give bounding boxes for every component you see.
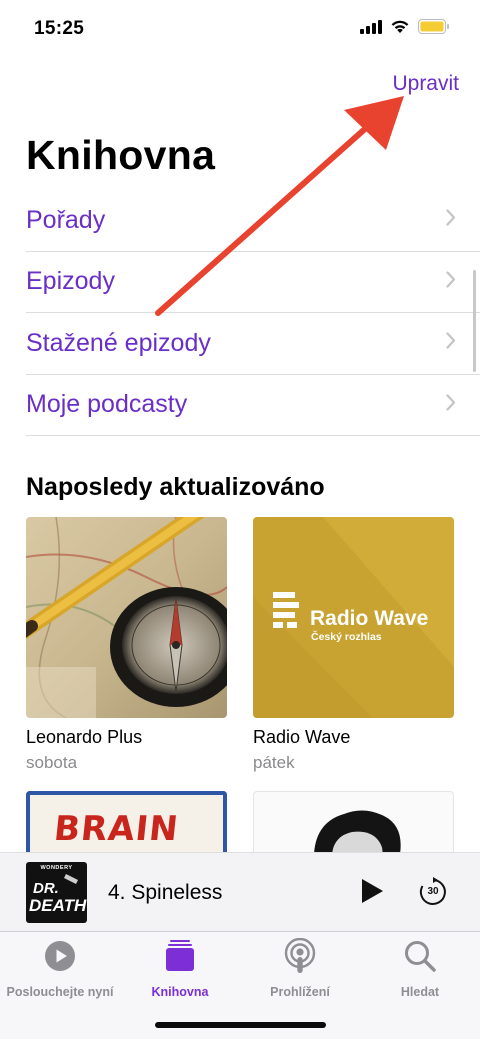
edit-button[interactable]: Upravit (392, 72, 459, 96)
menu-item-label: Pořady (26, 205, 106, 234)
brand-title: Radio Wave (310, 607, 429, 630)
battery-icon (418, 19, 450, 39)
tab-label: Knihovna (151, 985, 209, 999)
wifi-icon (390, 19, 410, 39)
podcast-updated: pátek (253, 753, 295, 772)
status-time: 15:25 (34, 18, 85, 39)
menu-item-my-podcasts[interactable]: Moje podcasty (26, 375, 480, 436)
podcast-artwork[interactable] (253, 791, 454, 853)
skip-seconds: 30 (427, 886, 439, 897)
podcast-updated: sobota (26, 753, 78, 772)
podcast-tile-brain[interactable]: BRAIN WE (26, 791, 227, 853)
menu-item-downloaded[interactable]: Stažené epizody (26, 313, 480, 375)
tab-label: Poslouchejte nyní (6, 985, 114, 999)
tab-browse[interactable]: Prohlížení (240, 937, 360, 999)
tab-search[interactable]: Hledat (360, 940, 480, 999)
mini-player[interactable]: WONDERY DR. DEATH 4. Spineless 30 (0, 852, 480, 932)
chevron-right-icon (446, 332, 456, 354)
chevron-right-icon (446, 209, 456, 231)
menu-item-label: Stažené epizody (26, 328, 211, 357)
page-title: Knihovna (26, 132, 216, 178)
podcast-name: Radio Wave (253, 727, 351, 747)
podcast-artwork[interactable]: Radio Wave Český rozhlas (253, 517, 454, 718)
now-playing-artwork[interactable]: WONDERY DR. DEATH (26, 862, 87, 923)
status-icons (360, 19, 450, 39)
menu-item-episodes[interactable]: Epizody (26, 252, 480, 313)
tab-label: Prohlížení (270, 985, 330, 999)
podcast-artwork[interactable]: BRAIN WE (26, 791, 227, 853)
artwork-text: BRAIN WE (48, 809, 181, 853)
chevron-right-icon (446, 394, 456, 416)
search-icon (404, 940, 436, 977)
chevron-right-icon (446, 271, 456, 293)
tab-label: Hledat (400, 985, 440, 999)
scroll-indicator[interactable] (473, 270, 476, 372)
cellular-icon (360, 19, 382, 39)
status-bar: 15:25 (0, 0, 480, 58)
podcast-name: Leonardo Plus (26, 727, 143, 747)
menu-item-label: Moje podcasty (26, 390, 188, 419)
section-title: Naposledy aktualizováno (26, 473, 325, 501)
play-circle-icon (44, 940, 76, 977)
menu-item-shows[interactable]: Pořady (26, 190, 480, 252)
podcast-tile-portrait[interactable] (253, 791, 454, 853)
library-icon (165, 939, 195, 977)
brand-subtitle: Český rozhlas (311, 631, 382, 643)
podcast-tile-radio-wave[interactable]: Radio Wave Český rozhlas Radio Wave páte… (253, 517, 454, 773)
tab-listen-now[interactable]: Poslouchejte nyní (0, 940, 120, 999)
library-menu: Pořady Epizody Stažené epizody Moje podc… (26, 190, 480, 436)
podcast-icon (283, 937, 317, 979)
radio-wave-logo (273, 592, 301, 633)
tab-library[interactable]: Knihovna (120, 939, 240, 999)
skip-forward-30-icon[interactable]: 30 (418, 877, 448, 907)
home-indicator[interactable] (155, 1022, 326, 1028)
now-playing-title: 4. Spineless (108, 881, 223, 904)
play-icon[interactable] (359, 877, 385, 910)
podcast-artwork[interactable] (26, 517, 227, 718)
podcast-tile-leonardo[interactable]: Leonardo Plus sobota (26, 517, 227, 773)
menu-item-label: Epizody (26, 267, 115, 296)
